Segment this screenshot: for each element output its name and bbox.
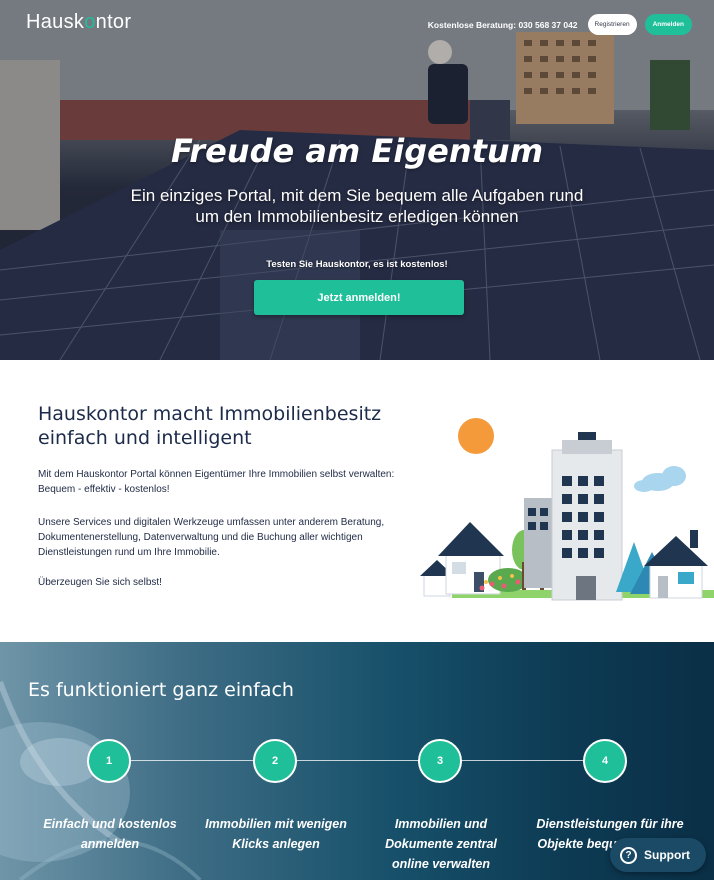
top-navigation: Kostenlose Beratung: 030 568 37 042 Regi… bbox=[428, 14, 692, 35]
how-it-works-heading: Es funktioniert ganz einfach bbox=[28, 679, 294, 701]
login-button[interactable]: Anmelden bbox=[644, 14, 692, 35]
step-4-number: 4 bbox=[583, 739, 627, 783]
hotline-text[interactable]: Kostenlose Beratung: 030 568 37 042 bbox=[428, 20, 578, 30]
question-icon: ? bbox=[620, 846, 637, 864]
support-label: Support bbox=[644, 848, 690, 862]
hero-subtitle: Ein einziges Portal, mit dem Sie bequem … bbox=[130, 186, 584, 226]
steps-connector-line bbox=[110, 760, 606, 761]
hauskontor-logo[interactable]: Hauskontor bbox=[26, 11, 131, 34]
step-3-number: 3 bbox=[418, 739, 462, 783]
intro-paragraph: Unsere Services und digitalen Werkzeuge … bbox=[38, 517, 385, 558]
intro-section: Hauskontor macht Immobilienbesitz einfac… bbox=[0, 360, 714, 642]
step-1-label: Einfach und kostenlos anmelden bbox=[43, 817, 177, 851]
step-2-label: Immobilien mit wenigen Klicks anlegen bbox=[205, 817, 347, 851]
signup-now-button[interactable]: Jetzt anmelden! bbox=[254, 280, 464, 315]
city-illustration bbox=[420, 418, 714, 601]
hero-cta-text: Testen Sie Hauskontor, es ist kostenlos! bbox=[266, 259, 448, 270]
cloud-icon bbox=[634, 466, 686, 492]
how-it-works-section: Es funktioniert ganz einfach 1 2 3 4 Ein… bbox=[0, 642, 714, 880]
sun-icon bbox=[458, 418, 494, 454]
hero-title: Freude am Eigentum bbox=[170, 132, 544, 170]
step-1-number: 1 bbox=[87, 739, 131, 783]
support-button[interactable]: ? Support bbox=[610, 838, 706, 872]
intro-paragraph: Überzeugen Sie sich selbst! bbox=[38, 577, 162, 588]
register-button[interactable]: Registrieren bbox=[587, 14, 637, 35]
intro-heading: Hauskontor macht Immobilienbesitz einfac… bbox=[38, 403, 382, 449]
intro-paragraph: Mit dem Hauskontor Portal können Eigentü… bbox=[38, 469, 395, 495]
step-3-label: Immobilien und Dokumente zentral online … bbox=[385, 817, 497, 871]
step-2-number: 2 bbox=[253, 739, 297, 783]
hero-section: Hauskontor Kostenlose Beratung: 030 568 … bbox=[0, 0, 714, 360]
